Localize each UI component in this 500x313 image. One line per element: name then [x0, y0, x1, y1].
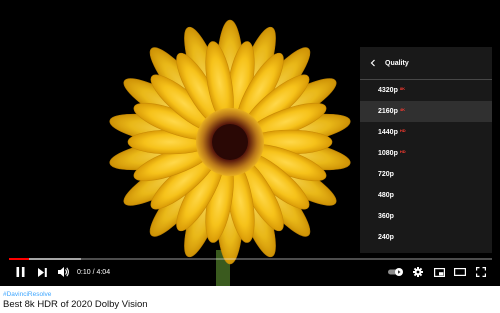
quality-option-label: 360p — [378, 213, 394, 220]
quality-menu-title: Quality — [385, 59, 409, 67]
quality-menu: Quality 4320p 8K 2160p 4K 1440p HD 1080p HD 720p… — [360, 47, 492, 253]
chevron-left-icon[interactable] — [363, 47, 383, 79]
quality-option-240p[interactable]: 240p — [360, 227, 492, 248]
quality-option-2160p[interactable]: 2160p 4K — [360, 101, 492, 122]
quality-menu-header[interactable]: Quality — [360, 47, 492, 80]
quality-option-720p[interactable]: 720p — [360, 164, 492, 185]
skip-next-icon[interactable] — [33, 262, 51, 282]
quality-option-label: 240p — [378, 234, 394, 241]
quality-option-label: 2160p — [378, 108, 398, 115]
quality-option-480p[interactable]: 480p — [360, 185, 492, 206]
quality-option-1440p[interactable]: 1440p HD — [360, 122, 492, 143]
quality-badge: HD — [399, 149, 406, 154]
pause-icon[interactable] — [10, 262, 30, 282]
miniplayer-icon[interactable] — [430, 262, 448, 282]
quality-option-label: 1440p — [378, 129, 398, 136]
quality-option-4320p[interactable]: 4320p 8K — [360, 80, 492, 101]
quality-option-1080p[interactable]: 1080p HD — [360, 143, 492, 164]
quality-badge: HD — [399, 128, 406, 133]
quality-option-label: 1080p — [378, 150, 398, 157]
quality-option-label: 4320p — [378, 87, 398, 94]
autoplay-toggle-icon[interactable] — [386, 262, 406, 282]
fullscreen-icon[interactable] — [472, 262, 490, 282]
progress-bar[interactable] — [9, 258, 492, 260]
quality-menu-scrollbar[interactable] — [483, 47, 488, 253]
progress-played — [9, 258, 29, 260]
volume-icon[interactable] — [54, 262, 74, 282]
video-hashtag-link[interactable]: #DavinciResolve — [3, 291, 51, 298]
quality-badge: 8K — [399, 86, 405, 91]
theater-mode-icon[interactable] — [451, 262, 469, 282]
time-current: 0:10 — [77, 268, 91, 276]
quality-option-label: 480p — [378, 192, 394, 199]
quality-option-label: 720p — [378, 171, 394, 178]
quality-badge: 4K — [399, 107, 405, 112]
gear-icon[interactable] — [409, 262, 427, 282]
video-title: Best 8k HDR of 2020 Dolby Vision — [3, 299, 148, 310]
video-player[interactable]: Quality 4320p 8K 2160p 4K 1440p HD 1080p HD 720p… — [0, 0, 500, 286]
player-controls: 0:10 / 4:04 — [0, 262, 500, 282]
flower-image — [109, 19, 351, 286]
quality-option-360p[interactable]: 360p — [360, 206, 492, 227]
quality-option-list: 4320p 8K 2160p 4K 1440p HD 1080p HD 720p 480p 360p… — [360, 80, 492, 248]
time-display: 0:10 / 4:04 — [77, 262, 110, 282]
time-total: 4:04 — [96, 268, 111, 276]
